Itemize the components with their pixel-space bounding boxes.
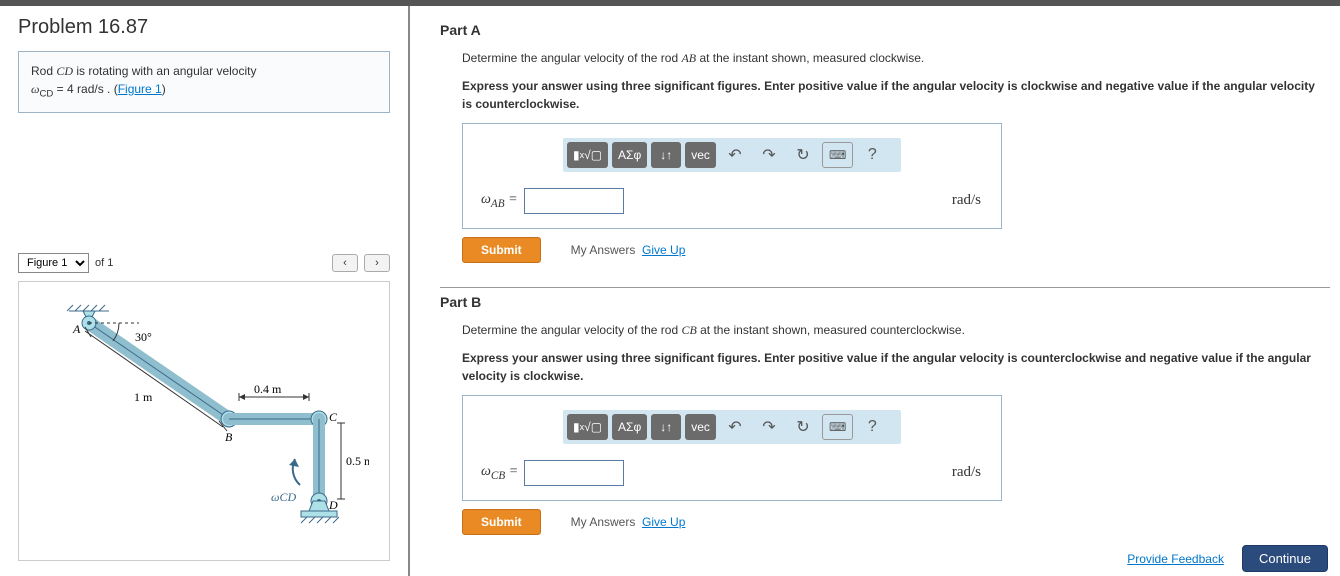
- point-d: D: [328, 498, 338, 512]
- tool-keyboard-b[interactable]: ⌨: [822, 414, 853, 440]
- part-b-submit-button[interactable]: Submit: [462, 509, 541, 535]
- figure-of: of 1: [95, 257, 113, 269]
- part-a-var: ωAB =: [481, 192, 518, 210]
- tool-greek-b[interactable]: ΑΣφ: [612, 414, 647, 440]
- part-a-header: Part A: [440, 22, 1330, 38]
- give-up-b[interactable]: Give Up: [642, 515, 685, 529]
- point-c: C: [329, 410, 338, 424]
- my-answers-b: My Answers: [571, 515, 636, 529]
- tool-redo[interactable]: ↷: [754, 142, 784, 168]
- figure-link[interactable]: Figure 1: [118, 82, 162, 96]
- tool-undo-b[interactable]: ↶: [720, 414, 750, 440]
- point-b: B: [225, 430, 233, 444]
- problem-intro: Rod CD is rotating with an angular veloc…: [18, 51, 390, 113]
- tool-greek[interactable]: ΑΣφ: [612, 142, 647, 168]
- tool-arrows-b[interactable]: ↓↑: [651, 414, 681, 440]
- toolbar-b: ▮x√▢ ΑΣφ ↓↑ vec ↶ ↷ ↻ ⌨ ?: [563, 410, 901, 444]
- part-a-prompt-pre: Determine the angular velocity of the ro…: [462, 51, 681, 65]
- footer: Provide Feedback Continue: [1127, 545, 1328, 572]
- continue-button[interactable]: Continue: [1242, 545, 1328, 572]
- part-b-hint: Express your answer using three signific…: [462, 349, 1322, 385]
- omega-cd-label: ωCD: [271, 490, 296, 504]
- figure-bar: Figure 1 of 1 ‹ ›: [18, 253, 390, 273]
- part-b-actions: Submit My Answers Give Up: [462, 509, 1330, 535]
- part-a-actions: Submit My Answers Give Up: [462, 237, 1330, 263]
- figure-svg: 30° 1 m 0.4 m 0.5 m A B C D: [39, 301, 369, 541]
- part-a-rod: AB: [681, 51, 696, 65]
- part-b-prompt-post: at the instant shown, measured countercl…: [697, 323, 965, 337]
- omega-sub: CD: [39, 88, 53, 99]
- part-b-prompt: Determine the angular velocity of the ro…: [462, 322, 1330, 339]
- tool-vec[interactable]: vec: [685, 142, 716, 168]
- part-a-submit-button[interactable]: Submit: [462, 237, 541, 263]
- part-b-header: Part B: [440, 294, 1330, 310]
- part-a-unit: rad/s: [952, 192, 981, 209]
- right-panel: Part A Determine the angular velocity of…: [410, 6, 1340, 576]
- part-b-answer-box: ▮x√▢ ΑΣφ ↓↑ vec ↶ ↷ ↻ ⌨ ? ωCB = rad/s: [462, 395, 1002, 501]
- figure-next-button[interactable]: ›: [364, 254, 390, 272]
- part-b-unit: rad/s: [952, 464, 981, 481]
- part-a-input[interactable]: [524, 188, 624, 214]
- len1-label: 1 m: [134, 390, 153, 404]
- point-a: A: [72, 322, 81, 336]
- part-b-rod: CB: [681, 323, 696, 337]
- tool-keyboard[interactable]: ⌨: [822, 142, 853, 168]
- tool-undo[interactable]: ↶: [720, 142, 750, 168]
- len2-label: 0.4 m: [254, 382, 282, 396]
- tool-fraction-b[interactable]: ▮x√▢: [567, 414, 608, 440]
- toolbar-a: ▮x√▢ ΑΣφ ↓↑ vec ↶ ↷ ↻ ⌨ ?: [563, 138, 901, 172]
- tool-arrows[interactable]: ↓↑: [651, 142, 681, 168]
- tool-help-b[interactable]: ?: [857, 414, 887, 440]
- omega-eq: = 4 rad/s . (: [53, 82, 117, 96]
- part-a-hint: Express your answer using three signific…: [462, 77, 1322, 113]
- provide-feedback-link[interactable]: Provide Feedback: [1127, 552, 1224, 566]
- problem-title: Problem 16.87: [18, 16, 390, 39]
- figure-prev-button[interactable]: ‹: [332, 254, 358, 272]
- intro-text-end: ): [162, 82, 166, 96]
- figure-select[interactable]: Figure 1: [18, 253, 89, 273]
- part-a-prompt: Determine the angular velocity of the ro…: [462, 50, 1330, 67]
- tool-vec-b[interactable]: vec: [685, 414, 716, 440]
- intro-text-mid: is rotating with an angular velocity: [73, 64, 256, 78]
- divider: [440, 287, 1330, 288]
- give-up-a[interactable]: Give Up: [642, 243, 685, 257]
- left-panel: Problem 16.87 Rod CD is rotating with an…: [0, 6, 410, 576]
- part-b-input[interactable]: [524, 460, 624, 486]
- tool-fraction[interactable]: ▮x√▢: [567, 142, 608, 168]
- angle-label: 30°: [135, 330, 152, 344]
- tool-reset-b[interactable]: ↻: [788, 414, 818, 440]
- figure-container: 30° 1 m 0.4 m 0.5 m A B C D: [18, 281, 390, 561]
- part-a-answer-box: ▮x√▢ ΑΣφ ↓↑ vec ↶ ↷ ↻ ⌨ ? ωAB = rad/s: [462, 123, 1002, 229]
- my-answers-a: My Answers: [571, 243, 636, 257]
- intro-text: Rod: [31, 64, 56, 78]
- part-b-prompt-pre: Determine the angular velocity of the ro…: [462, 323, 681, 337]
- rod-cd: CD: [56, 64, 73, 78]
- part-b-var: ωCB =: [481, 464, 518, 482]
- len3-label: 0.5 m: [346, 454, 369, 468]
- tool-redo-b[interactable]: ↷: [754, 414, 784, 440]
- tool-reset[interactable]: ↻: [788, 142, 818, 168]
- tool-help[interactable]: ?: [857, 142, 887, 168]
- part-a-prompt-post: at the instant shown, measured clockwise…: [696, 51, 924, 65]
